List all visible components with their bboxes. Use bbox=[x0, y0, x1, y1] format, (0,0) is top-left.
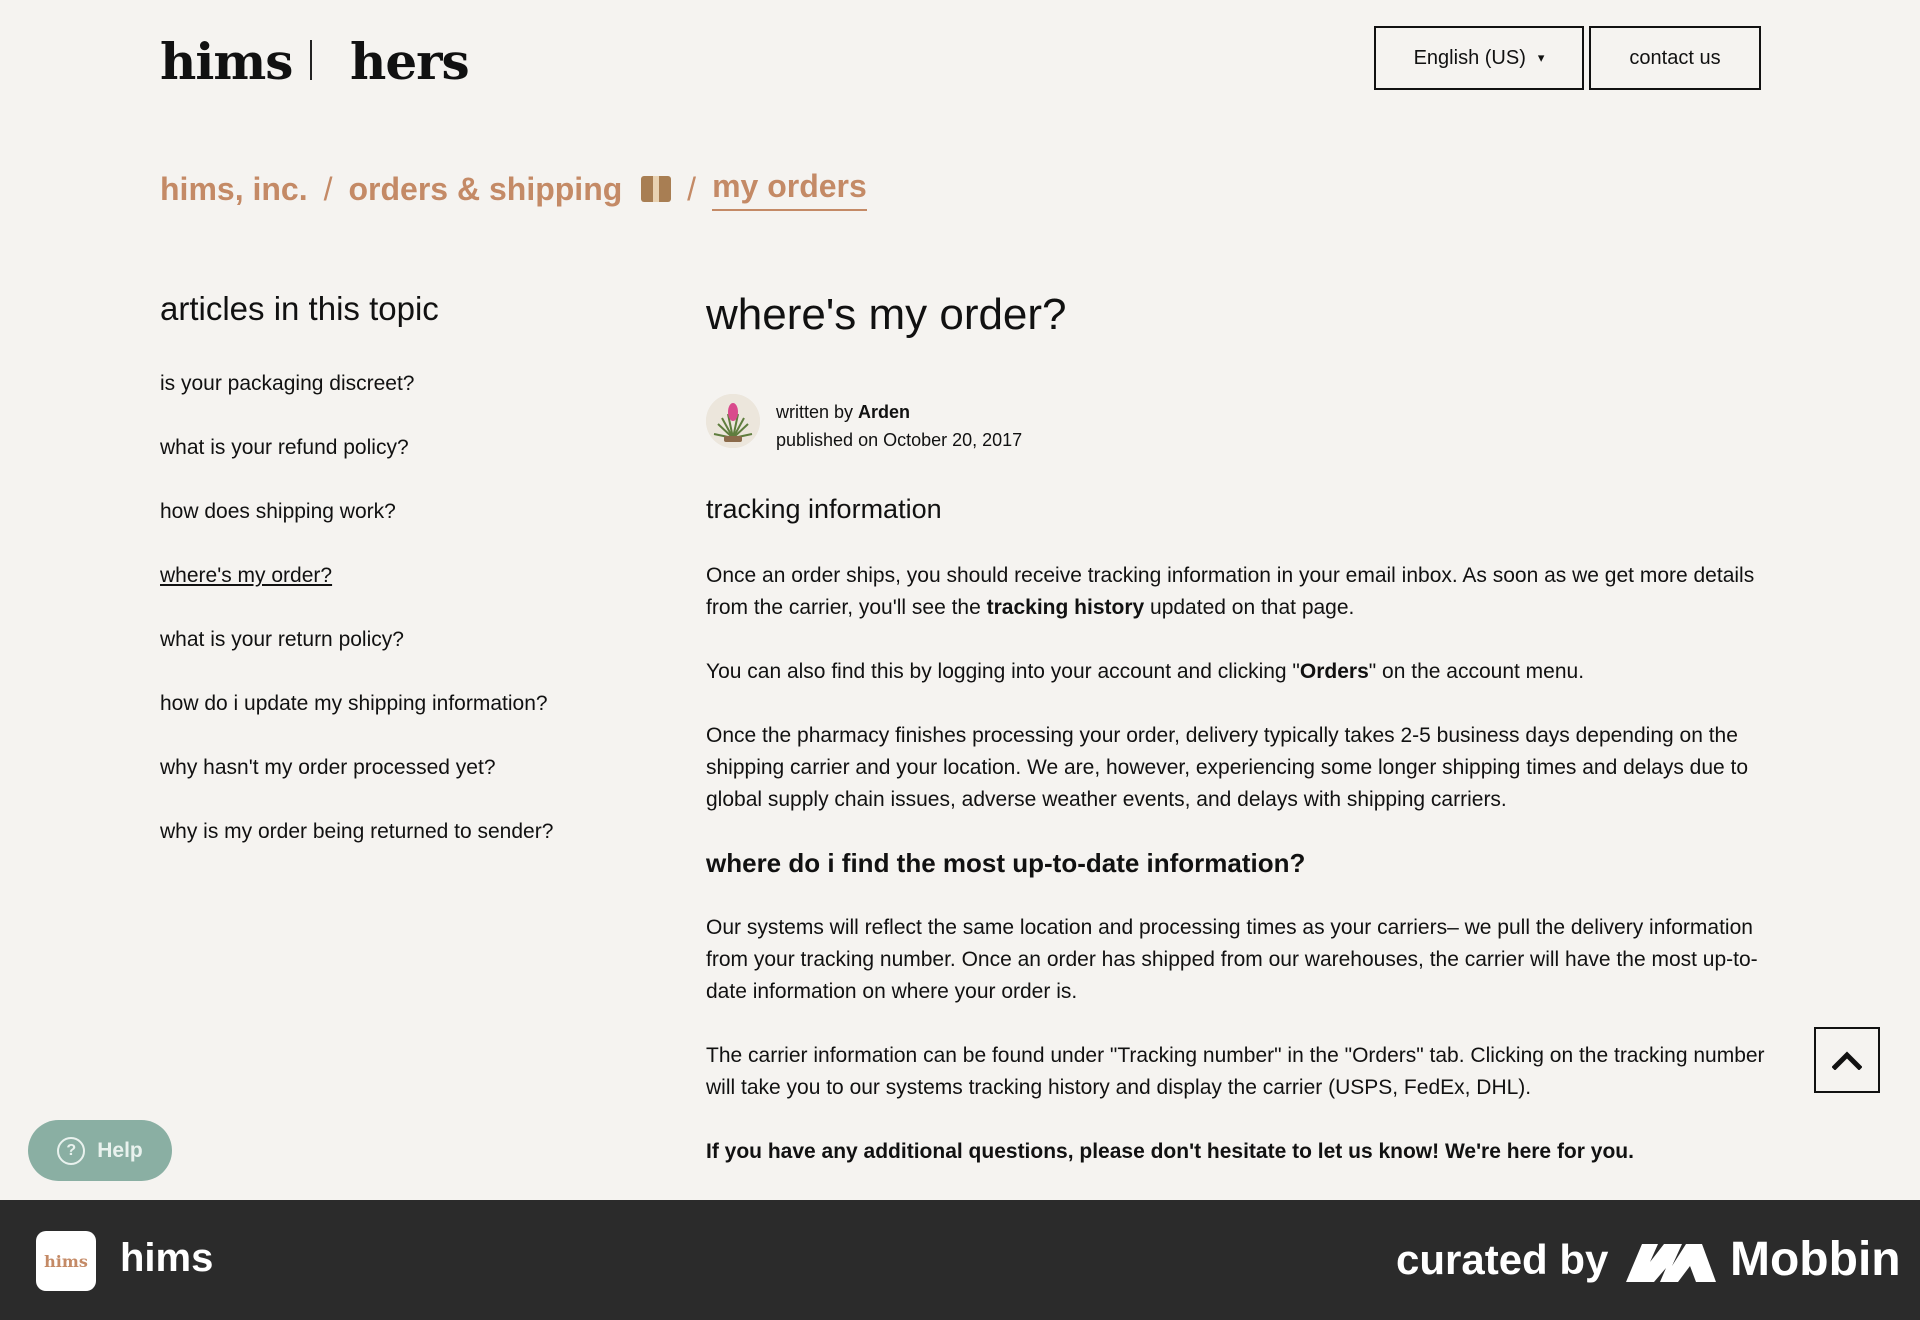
author-info: written by Arden published on October 20… bbox=[706, 394, 1306, 450]
scroll-to-top-button[interactable] bbox=[1814, 1027, 1880, 1093]
paragraph-contact-note: If you have any additional questions, pl… bbox=[706, 1140, 1634, 1163]
mobbin-logo-icon bbox=[1626, 1244, 1716, 1282]
section-title-up-to-date: where do i find the most up-to-date info… bbox=[706, 848, 1306, 878]
hers-logo[interactable]: hers bbox=[350, 32, 470, 92]
app-icon: hims bbox=[36, 1231, 96, 1291]
footer-bar: hims hims curated by Mobbin bbox=[0, 1200, 1920, 1320]
articles-sidebar: articles in this topic is your packaging… bbox=[160, 290, 630, 884]
chevron-down-icon: ▾ bbox=[1537, 50, 1545, 65]
paragraph-text: updated on that page. bbox=[1144, 596, 1355, 619]
hims-logo[interactable]: hims bbox=[160, 32, 293, 92]
sidebar-item-return-policy[interactable]: what is your return policy? bbox=[160, 628, 630, 692]
written-by-line: written by Arden bbox=[776, 398, 1022, 426]
app-name: hims bbox=[120, 1236, 214, 1280]
author-text: written by Arden published on October 20… bbox=[776, 398, 1022, 454]
paragraph-systems: Our systems will reflect the same locati… bbox=[706, 916, 1758, 1003]
sidebar-item-update-shipping-info[interactable]: how do i update my shipping information? bbox=[160, 692, 630, 756]
tracking-history-bold: tracking history bbox=[986, 596, 1145, 619]
curated-by-label: curated by bbox=[1396, 1236, 1609, 1283]
paragraph-text: You can also find this by logging into y… bbox=[706, 660, 1300, 683]
sidebar-title: articles in this topic bbox=[160, 290, 439, 327]
language-select-button[interactable]: English (US) ▾ bbox=[1374, 26, 1584, 90]
breadcrumb-separator: / bbox=[323, 171, 333, 207]
site-header: hims hers English (US) ▾ contact us bbox=[160, 26, 1761, 98]
sidebar-item-order-not-processed[interactable]: why hasn't my order processed yet? bbox=[160, 756, 630, 820]
logo-divider bbox=[310, 40, 312, 80]
breadcrumb-item-orders-shipping[interactable]: orders & shipping bbox=[348, 171, 672, 208]
paragraph-carrier-info: The carrier information can be found und… bbox=[706, 1044, 1765, 1099]
help-button[interactable]: ? Help bbox=[28, 1120, 172, 1181]
contact-label: contact us bbox=[1629, 46, 1721, 69]
help-label: Help bbox=[97, 1138, 143, 1162]
breadcrumb-item-my-orders[interactable]: my orders bbox=[712, 168, 867, 211]
avatar bbox=[706, 394, 760, 448]
breadcrumb-item-orders-shipping-label: orders & shipping bbox=[348, 171, 623, 207]
paragraph-tracking-info: Once an order ships, you should receive … bbox=[706, 560, 1766, 624]
contact-us-button[interactable]: contact us bbox=[1589, 26, 1761, 90]
package-icon bbox=[641, 176, 672, 202]
orders-bold: Orders bbox=[1299, 660, 1369, 683]
breadcrumb-separator: / bbox=[687, 171, 697, 207]
article-title: where's my order? bbox=[706, 290, 1067, 339]
sidebar-item-wheres-my-order[interactable]: where's my order? bbox=[160, 564, 630, 628]
mobbin-brand: Mobbin bbox=[1730, 1233, 1901, 1286]
published-date: published on October 20, 2017 bbox=[776, 430, 1023, 450]
paragraph-text: " on the account menu. bbox=[1368, 660, 1585, 683]
chevron-up-icon bbox=[1832, 1051, 1862, 1070]
section-title-tracking: tracking information bbox=[706, 494, 942, 524]
language-label: English (US) bbox=[1413, 46, 1526, 69]
article: where's my order? written by Arden publi… bbox=[706, 290, 1766, 1163]
sidebar-item-refund-policy[interactable]: what is your refund policy? bbox=[160, 436, 630, 500]
sidebar-item-returned-to-sender[interactable]: why is my order being returned to sender… bbox=[160, 820, 630, 884]
sidebar-item-packaging[interactable]: is your packaging discreet? bbox=[160, 372, 630, 436]
breadcrumb: hims, inc. / orders & shipping / my orde… bbox=[160, 168, 867, 211]
paragraph-account-orders: You can also find this by logging into y… bbox=[706, 656, 1766, 688]
sidebar-item-shipping[interactable]: how does shipping work? bbox=[160, 500, 630, 564]
breadcrumb-item-home[interactable]: hims, inc. bbox=[160, 171, 308, 208]
paragraph-delivery-times: Once the pharmacy finishes processing yo… bbox=[706, 724, 1749, 811]
author-name: Arden bbox=[858, 402, 911, 422]
written-by-prefix: written by bbox=[776, 402, 854, 422]
question-icon: ? bbox=[57, 1136, 86, 1165]
